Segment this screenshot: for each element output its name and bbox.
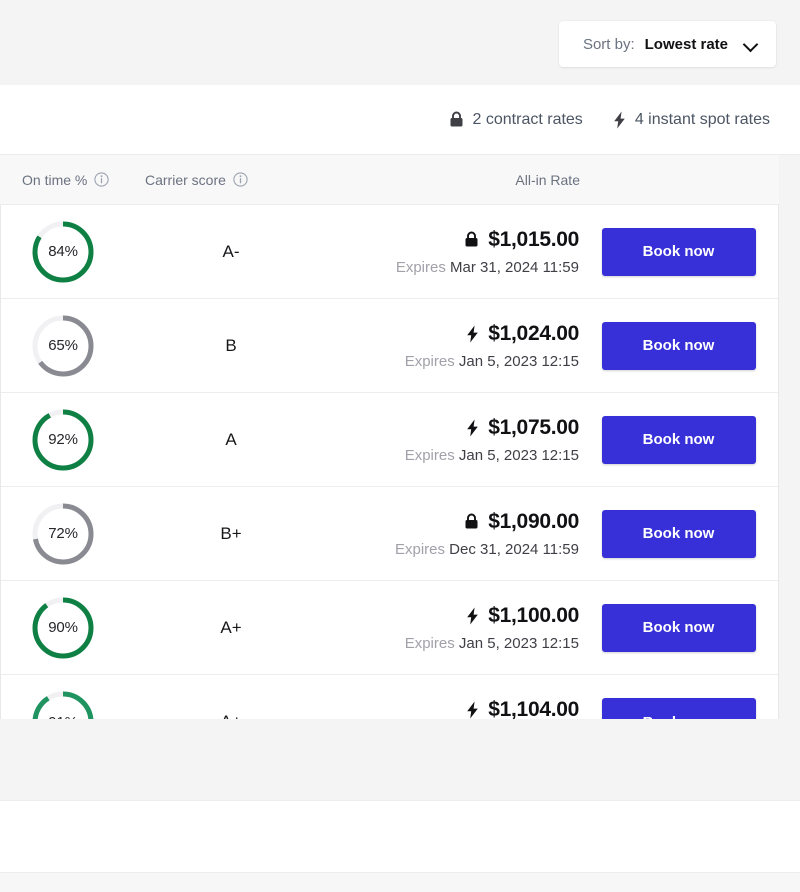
info-icon[interactable] bbox=[233, 172, 248, 187]
table-row: 84% A- $1,015.00 Expires Mar 31, 2024 11:59… bbox=[1, 205, 778, 299]
action-cell: Book now bbox=[579, 603, 778, 652]
on-time-donut: 92% bbox=[29, 406, 97, 474]
lock-icon bbox=[464, 513, 479, 530]
expires-datetime: Jan 5, 2023 12:15 bbox=[458, 634, 579, 652]
sort-by-label: Sort by: bbox=[582, 35, 635, 53]
rates-table: On time % Carrier score All-in Rate 84% … bbox=[0, 155, 779, 770]
carrier-score-cell: A bbox=[225, 429, 237, 449]
on-time-cell: 92% bbox=[1, 406, 141, 474]
all-in-rate-cell: $1,075.00 Expires Jan 5, 2023 12:15 bbox=[351, 416, 580, 464]
lock-icon bbox=[449, 111, 464, 128]
expires-word: Expires bbox=[404, 634, 455, 652]
sort-by-value: Lowest rate bbox=[644, 35, 728, 53]
action-cell: Book now bbox=[579, 227, 778, 276]
expires-datetime: Jan 5, 2023 12:15 bbox=[458, 446, 579, 464]
on-time-cell: 90% bbox=[1, 594, 141, 662]
expires-word: Expires bbox=[395, 258, 446, 276]
on-time-donut: 84% bbox=[29, 218, 97, 286]
spot-rates-summary: 4 instant spot rates bbox=[613, 111, 770, 129]
all-in-rate-cell: $1,024.00 Expires Jan 5, 2023 12:15 bbox=[351, 322, 580, 370]
book-now-button[interactable]: Book now bbox=[601, 509, 756, 558]
on-time-donut: 65% bbox=[29, 312, 97, 380]
rate-expiry: Expires Dec 31, 2024 11:59 bbox=[395, 541, 579, 558]
carrier-score-cell: A- bbox=[222, 241, 240, 261]
lightning-bolt-icon bbox=[466, 325, 479, 343]
table-row: 90% A+ $1,100.00 Expires Jan 5, 2023 12:15 B… bbox=[1, 581, 778, 675]
on-time-cell: 84% bbox=[1, 218, 141, 286]
book-now-button[interactable]: Book now bbox=[601, 603, 756, 652]
action-cell: Book now bbox=[579, 321, 778, 370]
contract-rates-summary: 2 contract rates bbox=[449, 111, 583, 129]
table-row: 92% A $1,075.00 Expires Jan 5, 2023 12:15 Bo… bbox=[1, 393, 778, 487]
rate-amount: $1,100.00 bbox=[488, 603, 579, 627]
expires-word: Expires bbox=[394, 540, 445, 558]
table-header-row: On time % Carrier score All-in Rate bbox=[0, 155, 779, 205]
rate-line: $1,024.00 bbox=[466, 322, 579, 346]
rate-amount: $1,024.00 bbox=[488, 321, 579, 345]
all-in-rate-cell: $1,015.00 Expires Mar 31, 2024 11:59 bbox=[351, 228, 579, 276]
on-time-percent-label: 84% bbox=[48, 243, 78, 260]
expires-word: Expires bbox=[404, 352, 455, 370]
lightning-bolt-icon bbox=[466, 701, 479, 719]
rate-expiry: Expires Jan 5, 2023 12:15 bbox=[405, 635, 579, 652]
table-row: 65% B $1,024.00 Expires Jan 5, 2023 12:15 Bo… bbox=[1, 299, 778, 393]
rate-line: $1,015.00 bbox=[464, 228, 579, 252]
carrier-score-cell: A+ bbox=[220, 617, 242, 637]
carrier-score-header-label: Carrier score bbox=[145, 171, 226, 188]
rate-expiry: Expires Mar 31, 2024 11:59 bbox=[396, 259, 579, 276]
spot-rates-label: 4 instant spot rates bbox=[634, 110, 770, 128]
contract-rates-label: 2 contract rates bbox=[472, 110, 583, 128]
bottom-panel bbox=[0, 800, 800, 873]
book-now-button[interactable]: Book now bbox=[601, 415, 756, 464]
info-icon[interactable] bbox=[94, 172, 110, 187]
rate-type-summary: 2 contract rates 4 instant spot rates bbox=[0, 85, 800, 155]
carrier-score-cell: B+ bbox=[220, 523, 242, 543]
on-time-donut: 72% bbox=[29, 500, 97, 568]
sort-band: Sort by: Lowest rate bbox=[0, 0, 800, 85]
expires-datetime: Jan 5, 2023 12:15 bbox=[458, 352, 579, 370]
expires-word: Expires bbox=[404, 446, 455, 464]
action-cell: Book now bbox=[579, 509, 778, 558]
rate-line: $1,100.00 bbox=[466, 604, 579, 628]
column-header-all-in-rate: All-in Rate bbox=[350, 172, 580, 188]
on-time-cell: 65% bbox=[1, 312, 141, 380]
below-table-background bbox=[0, 719, 800, 800]
expires-datetime: Mar 31, 2024 11:59 bbox=[450, 258, 579, 276]
table-row: 72% B+ $1,090.00 Expires Dec 31, 2024 11:59… bbox=[1, 487, 778, 581]
on-time-donut: 90% bbox=[29, 594, 97, 662]
all-in-rate-cell: $1,090.00 Expires Dec 31, 2024 11:59 bbox=[351, 510, 579, 558]
lightning-bolt-icon bbox=[466, 419, 479, 437]
column-header-carrier-score: Carrier score bbox=[140, 172, 350, 188]
rate-amount: $1,015.00 bbox=[488, 227, 579, 251]
action-cell: Book now bbox=[579, 415, 778, 464]
rate-expiry: Expires Jan 5, 2023 12:15 bbox=[405, 353, 579, 370]
all-in-rate-header-label: All-in Rate bbox=[515, 171, 580, 188]
on-time-header-label: On time % bbox=[22, 171, 88, 188]
on-time-percent-label: 90% bbox=[48, 619, 78, 636]
all-in-rate-cell: $1,100.00 Expires Jan 5, 2023 12:15 bbox=[351, 604, 580, 652]
lock-icon bbox=[464, 231, 479, 248]
sort-by-dropdown[interactable]: Sort by: Lowest rate bbox=[558, 21, 776, 67]
chevron-down-icon bbox=[744, 37, 758, 51]
rate-line: $1,090.00 bbox=[464, 510, 579, 534]
on-time-percent-label: 72% bbox=[48, 525, 78, 542]
rate-line: $1,075.00 bbox=[466, 416, 579, 440]
expires-datetime: Dec 31, 2024 11:59 bbox=[449, 540, 579, 558]
on-time-cell: 72% bbox=[1, 500, 141, 568]
column-header-on-time: On time % bbox=[0, 172, 140, 188]
rate-amount: $1,075.00 bbox=[488, 415, 579, 439]
lightning-bolt-icon bbox=[466, 607, 479, 625]
rate-amount: $1,090.00 bbox=[488, 509, 579, 533]
book-now-button[interactable]: Book now bbox=[601, 321, 756, 370]
lightning-bolt-icon bbox=[613, 111, 626, 129]
bottom-background-strip bbox=[0, 873, 800, 892]
table-body: 84% A- $1,015.00 Expires Mar 31, 2024 11:59… bbox=[0, 205, 779, 770]
book-now-button[interactable]: Book now bbox=[601, 227, 756, 276]
on-time-percent-label: 92% bbox=[48, 431, 78, 448]
on-time-percent-label: 65% bbox=[48, 337, 78, 354]
rate-expiry: Expires Jan 5, 2023 12:15 bbox=[405, 447, 579, 464]
carrier-score-cell: B bbox=[225, 335, 237, 355]
